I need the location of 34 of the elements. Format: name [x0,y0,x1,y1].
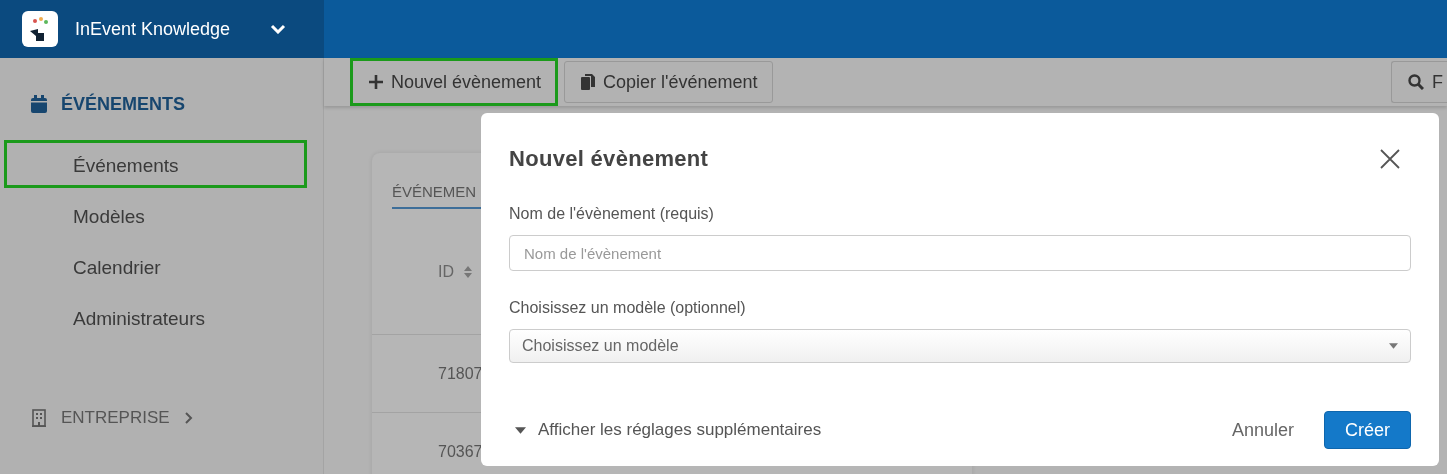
close-icon[interactable] [1380,149,1400,169]
section-title: ÉVÉNEMENTS [61,93,186,115]
new-event-button[interactable]: Nouvel évènement [350,58,559,106]
template-select[interactable]: Choisissez un modèle [509,329,1411,363]
caret-down-icon [515,426,526,434]
create-button[interactable]: Créer [1324,411,1411,449]
dropdown-arrow-icon[interactable] [1389,343,1398,349]
column-header[interactable]: ID [438,262,454,281]
workspace-name: InEvent Knowledge [75,18,231,40]
sidebar-item[interactable]: Modèles [4,191,307,239]
table-cell: 71807 [438,364,483,383]
chevron-right-icon[interactable] [184,412,193,424]
chevron-down-icon[interactable] [270,24,287,34]
field-label: Nom de l'évènement (requis) [509,205,715,223]
dialog-title: Nouvel évènement [509,146,709,172]
table-cell: 70367 [438,442,483,461]
calendar-icon [31,95,47,113]
sidebar-item[interactable]: Calendrier [4,242,307,290]
building-icon [32,409,46,427]
sidebar-item[interactable]: Événements [4,140,307,188]
search-button[interactable]: F [1391,61,1447,103]
event-name-field[interactable]: Nom de l'évènement [509,235,1411,271]
workspace-header[interactable]: InEvent Knowledge [0,0,324,58]
company-menu[interactable]: ENTREPRISE [61,408,170,428]
logo-icon [22,11,58,47]
field-label: Choisissez un modèle (optionnel) [509,299,747,317]
plus-icon [369,75,383,89]
more-settings-toggle[interactable]: Afficher les réglages supplémentaires [509,420,822,440]
copy-icon [581,74,596,90]
sidebar-item[interactable]: Administrateurs [4,293,307,341]
search-icon [1408,74,1424,90]
sort-icon[interactable] [464,264,472,279]
cancel-button[interactable]: Annuler [1225,418,1300,442]
copy-event-button[interactable]: Copier l'événement [564,61,773,103]
